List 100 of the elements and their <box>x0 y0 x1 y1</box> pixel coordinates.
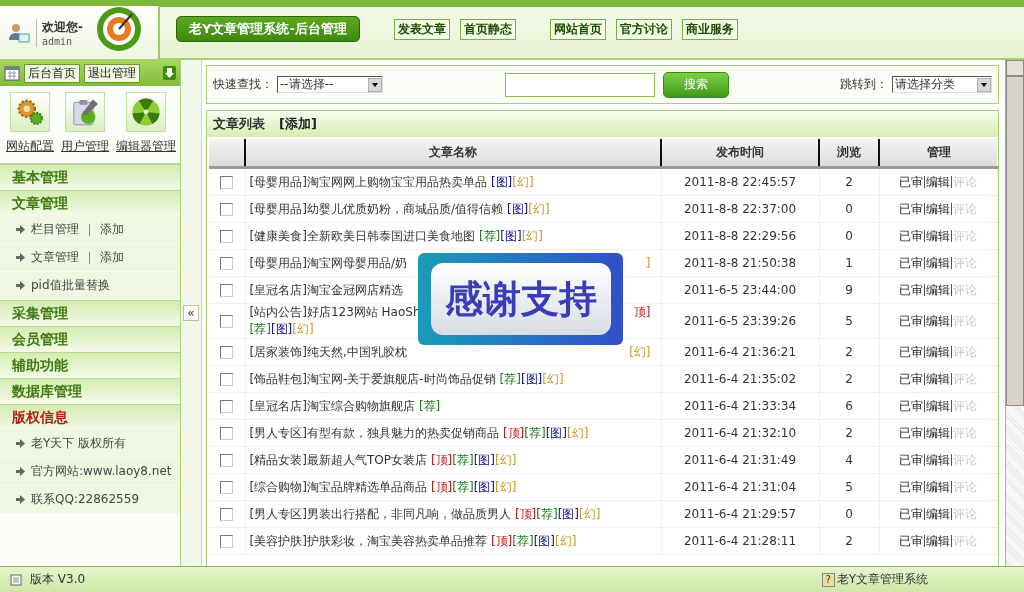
row-checkbox[interactable] <box>220 229 234 243</box>
action-link[interactable]: 已审 <box>898 397 924 415</box>
dropdown-arrow-icon[interactable] <box>368 77 382 92</box>
shortcut-link[interactable]: 网站配置 <box>6 138 54 155</box>
action-link[interactable]: 编辑 <box>925 200 951 218</box>
article-title[interactable]: [健康美食]全新欧美日韩泰国进口美食地图 <box>249 227 475 245</box>
menu-section-header[interactable]: 辅助功能 <box>0 352 180 378</box>
add-link[interactable]: 添加 <box>100 221 124 238</box>
shortcut-link[interactable]: 用户管理 <box>61 138 109 155</box>
action-link[interactable]: 已审 <box>898 312 924 330</box>
row-checkbox[interactable] <box>220 534 234 548</box>
column-header[interactable]: 发布时间 <box>661 139 819 168</box>
article-title[interactable]: [母婴用品]淘宝网母婴用品/奶 <box>249 254 407 272</box>
shortcut-link[interactable]: 编辑器管理 <box>116 138 176 155</box>
article-title[interactable]: [美容护肤]护肤彩妆，淘宝美容热卖单品推荐 <box>249 532 487 550</box>
search-label: 快速查找： <box>213 76 273 93</box>
article-title[interactable]: [皇冠名店]淘宝金冠网店精选 <box>249 281 403 299</box>
action-link[interactable]: 编辑 <box>925 173 951 191</box>
action-link[interactable]: 编辑 <box>925 505 951 523</box>
action-link[interactable]: 编辑 <box>925 281 951 299</box>
article-title[interactable]: [母婴用品]淘宝网网上购物宝宝用品热卖单品 <box>249 173 487 191</box>
action-link[interactable]: 编辑 <box>925 424 951 442</box>
menu-section-header[interactable]: 数据库管理 <box>0 378 180 404</box>
scrollbar[interactable] <box>1005 60 1024 566</box>
radiation-ball-icon[interactable] <box>130 96 162 128</box>
search-select[interactable]: --请选择-- <box>277 76 383 93</box>
action-link[interactable]: 已审 <box>898 451 924 469</box>
action-link[interactable]: 已审 <box>898 281 924 299</box>
menu-link[interactable]: 栏目管理 <box>31 221 79 238</box>
article-title[interactable]: [综合购物]淘宝品牌精选单品商品 <box>249 478 427 496</box>
action-link[interactable]: 已审 <box>898 227 924 245</box>
search-field[interactable] <box>505 72 655 97</box>
row-checkbox[interactable] <box>220 175 234 189</box>
add-link[interactable]: 添加 <box>100 249 124 266</box>
menu-section-header[interactable]: 基本管理 <box>0 164 180 190</box>
nav-button[interactable]: 网站首页 <box>549 18 606 40</box>
nav-button[interactable]: 商业服务 <box>681 18 738 40</box>
action-link[interactable]: 编辑 <box>925 227 951 245</box>
article-title[interactable]: [母婴用品]幼婴儿优质奶粉，商城品质/值得信赖 <box>249 200 503 218</box>
article-title[interactable]: [饰品鞋包]淘宝网-关于爱旗舰店-时尚饰品促销 <box>249 370 496 388</box>
row-checkbox[interactable] <box>220 480 234 494</box>
action-link[interactable]: 已审 <box>898 532 924 550</box>
action-link[interactable]: 编辑 <box>925 478 951 496</box>
article-title[interactable]: [精品女装]最新超人气TOP女装店 <box>249 451 427 469</box>
menu-section-header[interactable]: 会员管理 <box>0 326 180 352</box>
sidebar-top-button[interactable]: 后台首页 <box>24 63 80 83</box>
down-arrow-icon[interactable] <box>163 66 176 80</box>
action-link[interactable]: 已审 <box>898 200 924 218</box>
views-cell: 2 <box>819 419 879 447</box>
category-select[interactable]: 请选择分类 <box>892 76 992 93</box>
action-link[interactable]: 已审 <box>898 505 924 523</box>
menu-section-header[interactable]: 文章管理 <box>0 190 180 216</box>
row-checkbox[interactable] <box>220 426 234 440</box>
row-checkbox[interactable] <box>220 283 234 297</box>
column-header[interactable]: 管理 <box>879 139 997 168</box>
sidebar-top-button[interactable]: 退出管理 <box>84 63 140 83</box>
action-link[interactable]: 已审 <box>898 370 924 388</box>
product-link[interactable]: 老Y文章管理系统 <box>836 571 928 588</box>
menu-section-header[interactable]: 版权信息 <box>0 404 180 430</box>
action-link[interactable]: 编辑 <box>925 451 951 469</box>
action-link[interactable]: 已审 <box>898 424 924 442</box>
action-link[interactable]: 已审 <box>898 343 924 361</box>
row-checkbox[interactable] <box>220 507 234 521</box>
action-link[interactable]: 已审 <box>898 478 924 496</box>
action-link[interactable]: 编辑 <box>925 370 951 388</box>
collapse-button[interactable]: « <box>183 305 199 321</box>
row-checkbox[interactable] <box>220 314 234 328</box>
article-title[interactable]: [男人专区]有型有款，独具魅力的热卖促销商品 <box>249 424 499 442</box>
nav-button[interactable]: 首页静态 <box>459 18 516 40</box>
action-link[interactable]: 编辑 <box>925 254 951 272</box>
views-cell: 5 <box>819 473 879 501</box>
nav-button[interactable]: 官方讨论 <box>615 18 672 40</box>
add-link[interactable]: [添加] <box>279 115 317 133</box>
views-cell: 4 <box>819 446 879 474</box>
action-link[interactable]: 编辑 <box>925 343 951 361</box>
menu-link[interactable]: 文章管理 <box>31 249 79 266</box>
row-checkbox[interactable] <box>220 399 234 413</box>
row-checkbox[interactable] <box>220 345 234 359</box>
action-link[interactable]: 编辑 <box>925 397 951 415</box>
tag-label: [荐] <box>478 227 501 245</box>
tag-label: [荐] <box>418 397 441 415</box>
action-link[interactable]: 已审 <box>898 173 924 191</box>
row-checkbox[interactable] <box>220 202 234 216</box>
article-title[interactable]: [男人专区]男装出行搭配，非同凡响，做品质男人 <box>249 505 511 523</box>
menu-section-header[interactable]: 采集管理 <box>0 300 180 326</box>
action-link[interactable]: 编辑 <box>925 532 951 550</box>
time-cell: 2011-8-8 22:29:56 <box>661 222 819 250</box>
article-title[interactable]: [居家装饰]纯天然,中国乳胶枕 <box>249 343 407 361</box>
row-checkbox[interactable] <box>220 372 234 386</box>
nav-button[interactable]: 发表文章 <box>393 18 450 40</box>
row-checkbox[interactable] <box>220 453 234 467</box>
help-icon[interactable]: ? <box>821 572 835 587</box>
article-title[interactable]: [皇冠名店]淘宝综合购物旗舰店 <box>249 397 415 415</box>
row-checkbox[interactable] <box>220 256 234 270</box>
dropdown-arrow-icon[interactable] <box>977 77 991 92</box>
column-header[interactable]: 文章名称 <box>245 139 661 168</box>
time-cell: 2011-6-4 21:33:34 <box>661 392 819 420</box>
column-header[interactable]: 浏览 <box>819 139 879 168</box>
action-link[interactable]: 编辑 <box>925 312 951 330</box>
action-link[interactable]: 已审 <box>898 254 924 272</box>
